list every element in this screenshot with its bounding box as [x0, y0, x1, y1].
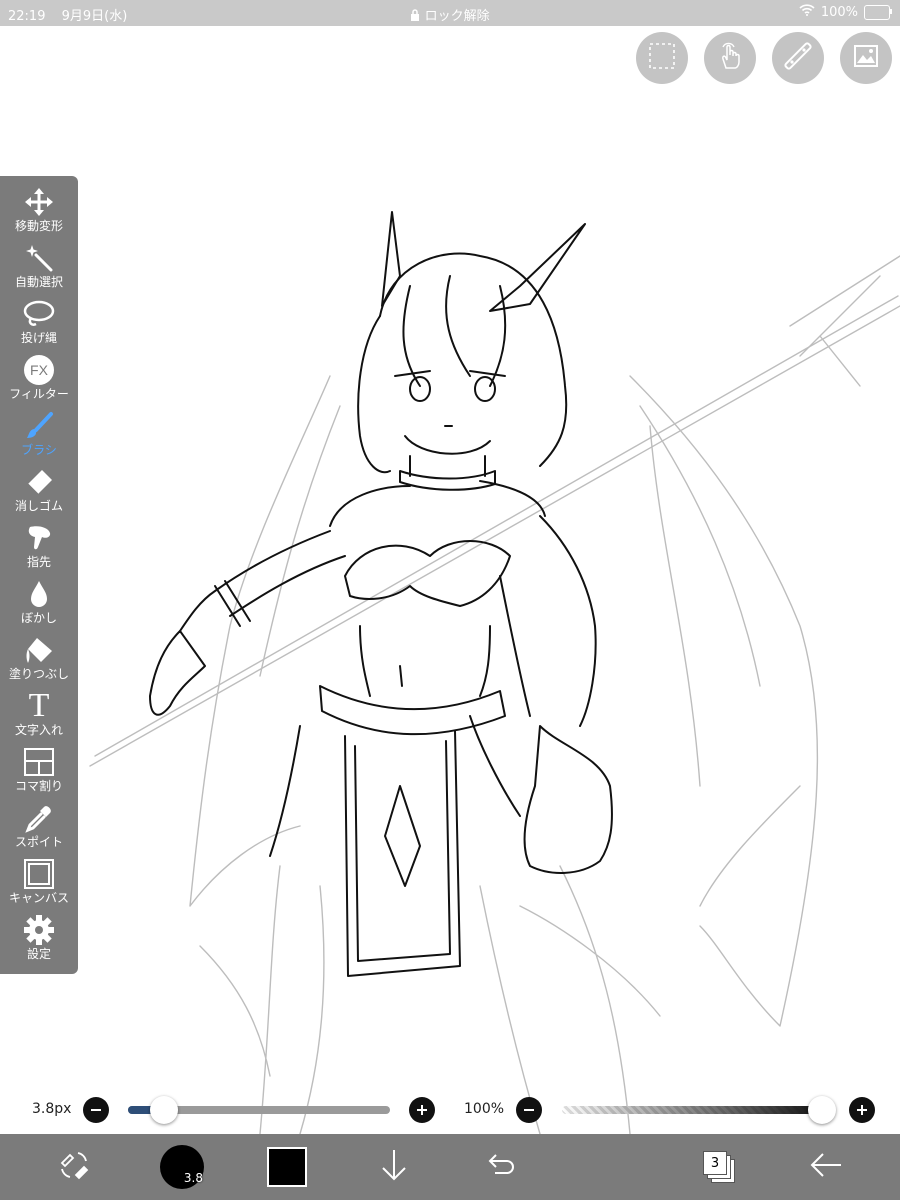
sketch-wing-right: [629, 375, 819, 1027]
plus-icon: [856, 1101, 868, 1120]
tool-text[interactable]: T 文字入れ: [0, 684, 78, 740]
opacity-decrease-button[interactable]: [516, 1097, 542, 1123]
tool-brush[interactable]: ブラシ: [0, 404, 78, 460]
panel-split-icon: [23, 745, 55, 779]
undo-icon: [487, 1152, 517, 1182]
tool-label: 塗りつぶし: [8, 667, 70, 681]
minus-icon: [523, 1101, 535, 1120]
lock-icon: [410, 9, 424, 24]
move-arrows-icon: [24, 185, 54, 219]
tool-panel-split[interactable]: コマ割り: [0, 740, 78, 796]
selection-icon: [647, 41, 677, 75]
fill-bucket-icon: [23, 633, 55, 667]
svg-text:FX: FX: [30, 362, 49, 378]
tool-label: スポイト: [14, 835, 63, 849]
gear-icon: [23, 913, 55, 947]
tool-label: 設定: [26, 947, 51, 961]
opacity-increase-button[interactable]: [849, 1097, 875, 1123]
layer-count: 3: [710, 1155, 720, 1171]
left-toolbar: 移動変形 自動選択 投げ縄 FX フィルター ブラシ 消しゴム 指先 ぼかし 塗…: [0, 176, 78, 974]
arrow-left-icon: [809, 1151, 843, 1183]
bottom-bar: 3.8 3: [0, 1134, 900, 1200]
tool-label: 自動選択: [14, 275, 63, 289]
finger-smudge-icon: [24, 521, 54, 555]
layers-button[interactable]: 3: [700, 1134, 738, 1200]
tool-label: コマ割り: [14, 779, 63, 793]
download-button[interactable]: [376, 1134, 412, 1200]
layers-icon: 3: [703, 1151, 735, 1183]
brush-size-decrease-button[interactable]: [83, 1097, 109, 1123]
opacity-slider-thumb[interactable]: [808, 1096, 836, 1124]
brush-size-preview: 3.8: [160, 1145, 204, 1189]
tool-label: ブラシ: [21, 443, 57, 457]
undo-button[interactable]: [484, 1134, 520, 1200]
tool-eraser[interactable]: 消しゴム: [0, 460, 78, 516]
battery-percentage: 100%: [820, 4, 858, 20]
tool-blur[interactable]: ぼかし: [0, 572, 78, 628]
plus-icon: [416, 1101, 428, 1120]
tool-label: 投げ縄: [20, 331, 57, 345]
image-icon: [851, 41, 881, 75]
swap-brush-eraser-button[interactable]: [52, 1134, 96, 1200]
top-tools: [636, 32, 892, 84]
tool-label: フィルター: [9, 387, 69, 401]
selection-button[interactable]: [636, 32, 688, 84]
tool-move-transform[interactable]: 移動変形: [0, 180, 78, 236]
sketch-wing-left: [189, 375, 341, 1077]
touch-gesture-button[interactable]: [704, 32, 756, 84]
fx-icon: FX: [23, 353, 55, 387]
tool-auto-select[interactable]: 自動選択: [0, 236, 78, 292]
minus-icon: [90, 1101, 102, 1120]
tool-filter[interactable]: FX フィルター: [0, 348, 78, 404]
status-bar: 22:19 9月9日(水) ロック解除 100%: [0, 0, 900, 26]
reference-image-button[interactable]: [840, 32, 892, 84]
arrow-down-icon: [380, 1148, 408, 1186]
eraser-icon: [24, 465, 54, 499]
brush-size-value: 3.8px: [32, 1101, 72, 1117]
ruler-icon: [783, 41, 813, 75]
tool-eyedropper[interactable]: スポイト: [0, 796, 78, 852]
current-color-swatch: [267, 1147, 307, 1187]
tool-label: キャンバス: [8, 891, 69, 905]
blur-drop-icon: [24, 577, 54, 611]
tool-settings[interactable]: 設定: [0, 908, 78, 964]
tool-canvas[interactable]: キャンバス: [0, 852, 78, 908]
wifi-icon: [799, 4, 815, 20]
ruler-button[interactable]: [772, 32, 824, 84]
eyedropper-icon: [24, 801, 54, 835]
opacity-slider[interactable]: [562, 1106, 822, 1114]
opacity-value: 100%: [464, 1101, 505, 1117]
color-picker-button[interactable]: [266, 1134, 308, 1200]
brush-sliders: 3.8px 100%: [0, 1094, 900, 1126]
tool-fill[interactable]: 塗りつぶし: [0, 628, 78, 684]
brush-icon: [24, 409, 54, 443]
tool-label: 文字入れ: [14, 723, 63, 737]
brush-size-badge: 3.8: [183, 1171, 203, 1185]
character-lineart: [149, 211, 613, 977]
tool-label: ぼかし: [20, 611, 57, 625]
brush-size-preview-button[interactable]: 3.8: [158, 1134, 206, 1200]
tool-label: 指先: [26, 555, 51, 569]
brush-eraser-swap-icon: [58, 1149, 90, 1185]
hand-touch-icon: [715, 41, 745, 75]
battery-icon: [864, 4, 892, 20]
tool-label: 移動変形: [14, 219, 63, 233]
lasso-icon: [22, 297, 56, 331]
brush-size-increase-button[interactable]: [409, 1097, 435, 1123]
back-button[interactable]: [806, 1134, 846, 1200]
tool-label: 消しゴム: [14, 499, 63, 513]
lock-status-text: ロック解除: [424, 9, 490, 24]
tool-lasso[interactable]: 投げ縄: [0, 292, 78, 348]
magic-wand-icon: [24, 241, 54, 275]
drawing-canvas[interactable]: [0, 26, 900, 1134]
tool-finger[interactable]: 指先: [0, 516, 78, 572]
canvas-icon: [23, 857, 55, 891]
text-icon: T: [28, 687, 50, 724]
brush-size-slider-thumb[interactable]: [150, 1096, 178, 1124]
